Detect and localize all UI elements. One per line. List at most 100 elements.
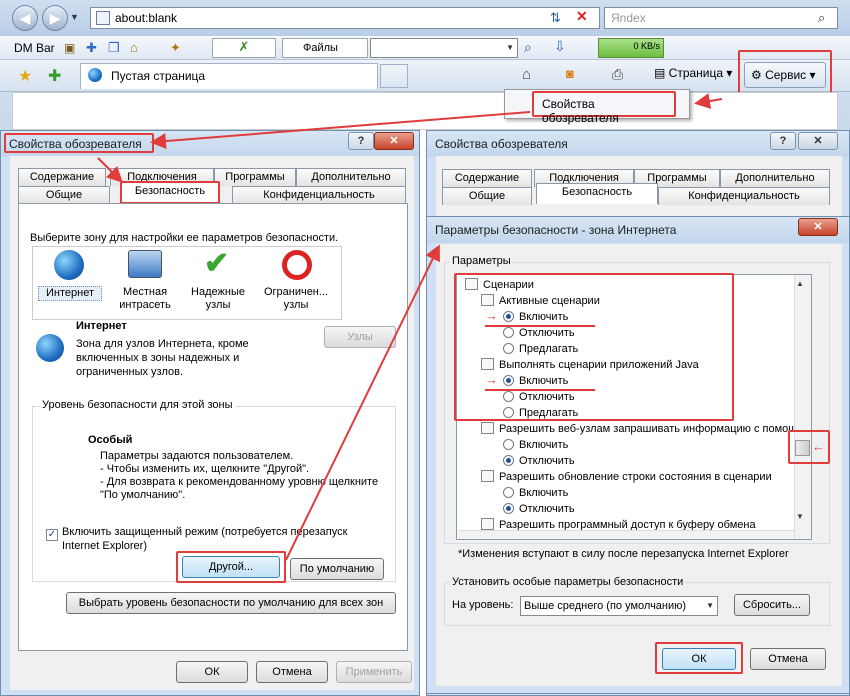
page-content <box>12 92 838 130</box>
tree-option[interactable]: Отключить <box>463 501 811 517</box>
tree-hscrollbar[interactable] <box>458 530 794 539</box>
new-tab-button[interactable] <box>380 64 408 88</box>
address-text: about:blank <box>115 11 178 25</box>
trusted-zone-icon[interactable]: ✔ <box>204 246 229 281</box>
back-button[interactable]: ◀ <box>12 5 38 31</box>
tab-label: Дополнительно <box>735 172 815 184</box>
sites-button-label: Узлы <box>347 331 373 343</box>
dialog-title-2: Свойства обозревателя <box>435 137 568 151</box>
tab-general-2[interactable]: Общие <box>442 187 532 205</box>
add-favorite-icon[interactable]: ✚ <box>48 66 61 86</box>
files-button[interactable]: Файлы <box>282 38 368 58</box>
folder-icon[interactable]: ▣ <box>64 41 75 55</box>
refresh-icon[interactable]: ⇅ <box>550 10 561 26</box>
tab-content[interactable]: Содержание <box>18 168 106 186</box>
tab-privacy[interactable]: Конфиденциальность <box>232 186 406 204</box>
add-icon[interactable]: ✚ <box>86 40 97 56</box>
sites-button[interactable]: Узлы <box>324 326 396 348</box>
tree-option[interactable]: Включить <box>463 485 811 501</box>
zone-restricted[interactable]: Ограничен... узлы <box>258 286 334 312</box>
radio-icon[interactable] <box>503 503 514 514</box>
tree-option[interactable]: Отключить <box>463 453 811 469</box>
radio-icon[interactable] <box>503 439 514 450</box>
download-icon[interactable]: ⇩ <box>554 38 566 55</box>
magnifier-icon[interactable]: ⌕ <box>524 39 532 56</box>
tab-label: Общие <box>468 190 506 202</box>
level-value: Выше среднего (по умолчанию) <box>524 600 687 612</box>
apply-button[interactable]: Применить <box>336 661 412 683</box>
tree-option[interactable]: Включить <box>463 437 811 453</box>
help-button[interactable]: ? <box>348 132 374 150</box>
tree-item-label: Разрешить обновление строки состояния в … <box>499 471 772 483</box>
cursor-tool-icon[interactable]: ✗ <box>212 38 276 58</box>
search-icon[interactable]: ⌕ <box>818 10 825 26</box>
scroll-up-icon[interactable]: ▲ <box>796 279 804 288</box>
reset-button[interactable]: Сбросить... <box>734 594 810 616</box>
radio-icon[interactable] <box>503 487 514 498</box>
tree-scrollbar[interactable] <box>794 275 811 539</box>
close-button[interactable]: ✕ <box>374 132 414 150</box>
script-settings-icon <box>481 518 494 530</box>
tab-content-2[interactable]: Содержание <box>442 169 532 187</box>
zone-trusted[interactable]: Надежные узлы <box>188 286 248 312</box>
reset-group-label: Установить особые параметры безопасности <box>450 576 686 588</box>
browser-tab[interactable]: Пустая страница <box>80 63 378 89</box>
home-icon[interactable]: ⌂ <box>522 66 531 83</box>
restricted-zone-icon[interactable] <box>282 250 312 280</box>
security-settings-title-bar: Параметры безопасности - зона Интернета <box>427 217 849 243</box>
tab-label: Программы <box>225 171 285 183</box>
radio-icon[interactable] <box>503 455 514 466</box>
search-placeholder: Яndex <box>611 11 646 25</box>
default-level-button[interactable]: По умолчанию <box>290 558 384 580</box>
tab-security-2[interactable]: Безопасность <box>536 183 658 204</box>
level-label: На уровень: <box>452 599 514 611</box>
tab-general[interactable]: Общие <box>18 186 110 204</box>
close-button-2[interactable]: ✕ <box>798 132 838 150</box>
search-input[interactable]: Яndex <box>604 7 838 29</box>
cancel-label: Отмена <box>272 666 312 678</box>
history-dropdown-icon[interactable]: ▼ <box>70 12 79 22</box>
stop-icon[interactable]: ✕ <box>576 8 588 25</box>
zone-intranet[interactable]: Местная интрасеть <box>110 286 180 312</box>
tab-title: Пустая страница <box>111 69 206 83</box>
security-settings-title: Параметры безопасности - зона Интернета <box>435 223 677 237</box>
forward-button[interactable]: ▶ <box>42 5 68 31</box>
tree-item-label: Включить <box>519 487 569 499</box>
cancel-button[interactable]: Отмена <box>256 661 328 683</box>
custom-level-highlight <box>176 551 286 583</box>
reset-all-zones-button[interactable]: Выбрать уровень безопасности по умолчани… <box>66 592 396 614</box>
protected-mode-checkbox[interactable]: ✓ Включить защищенный режим (потребуется … <box>46 526 347 541</box>
internet-options-label: Свойства обозревателя <box>542 97 619 125</box>
scroll-down-icon[interactable]: ▼ <box>796 512 804 521</box>
dm-bar-label[interactable]: DM Bar <box>14 41 55 55</box>
print-icon[interactable]: ⎙ <box>612 66 623 83</box>
tab-programs[interactable]: Программы <box>214 168 296 186</box>
tab-advanced-2[interactable]: Дополнительно <box>720 169 830 187</box>
tab-label: Дополнительно <box>311 171 391 183</box>
zone-internet[interactable]: Интернет <box>38 286 102 301</box>
windows-icon[interactable]: ❐ <box>108 40 120 56</box>
tab-privacy-2[interactable]: Конфиденциальность <box>658 187 830 205</box>
internet-options-menu-item[interactable]: Свойства обозревателя <box>532 91 676 125</box>
feeds-icon[interactable]: ◙ <box>566 66 574 81</box>
security-cancel-button[interactable]: Отмена <box>750 648 826 670</box>
favorites-addon-icon[interactable]: ✦ <box>170 40 181 56</box>
files-search-select[interactable] <box>370 38 518 58</box>
protected-mode-label-2: Internet Explorer) <box>62 540 147 552</box>
home-addon-icon[interactable]: ⌂ <box>130 40 138 55</box>
restart-note: *Изменения вступают в силу после перезап… <box>458 548 789 560</box>
tree-setting: Разрешить обновление строки состояния в … <box>463 469 811 485</box>
help-button-2[interactable]: ? <box>770 132 796 150</box>
reset-all-zones-label: Выбрать уровень безопасности по умолчани… <box>78 597 384 609</box>
favorites-star-icon[interactable]: ★ <box>18 66 32 86</box>
ok-highlight <box>655 642 743 674</box>
level-select[interactable]: Выше среднего (по умолчанию) <box>520 596 718 616</box>
ok-button[interactable]: ОК <box>176 661 248 683</box>
tab-advanced[interactable]: Дополнительно <box>296 168 406 186</box>
security-close-button[interactable]: ✕ <box>798 218 838 236</box>
page-menu[interactable]: ▤ Страница ▾ <box>654 66 732 80</box>
address-bar[interactable]: about:blank <box>90 7 600 29</box>
internet-zone-icon[interactable] <box>54 250 84 280</box>
intranet-zone-icon[interactable] <box>128 250 162 278</box>
selected-zone-icon <box>36 334 64 362</box>
